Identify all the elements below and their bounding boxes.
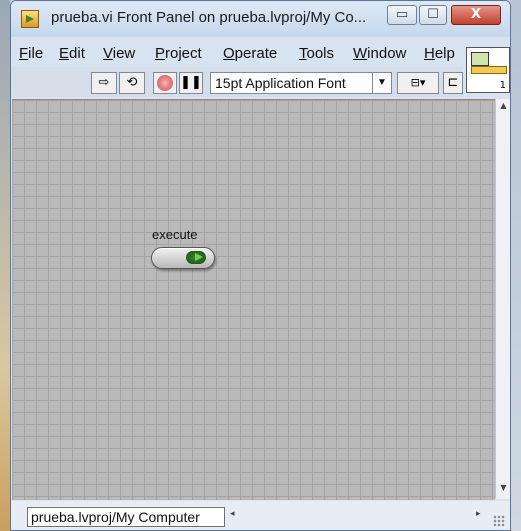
menu-view[interactable]: View [103,45,135,62]
maximize-button[interactable]: ☐ [419,5,447,25]
minimize-button[interactable]: ▭ [387,5,417,25]
vertical-scrollbar[interactable]: ▲ ▼ [495,99,510,499]
abort-stop-icon [157,75,173,91]
menu-bar: File Edit View Project Operate Tools Win… [19,43,455,65]
execute-control-label: execute [152,227,198,242]
front-panel-window: prueba.vi Front Panel on prueba.lvproj/M… [10,0,511,531]
menu-project[interactable]: Project [155,45,202,62]
run-continuously-icon[interactable]: ⟲ [119,72,145,94]
vi-icon-screen [471,52,489,66]
abort-execution-button[interactable] [153,72,177,94]
scroll-left-icon[interactable]: ◂ [230,509,235,519]
text-settings-dropdown[interactable]: 15pt Application Font ▼ [210,72,392,94]
vi-connector-icon[interactable]: 1 [466,47,510,93]
desktop-left-edge [0,0,10,531]
resize-grip-icon[interactable] [493,515,505,527]
window-title: prueba.vi Front Panel on prueba.lvproj/M… [51,9,367,26]
menu-edit[interactable]: Edit [59,45,85,62]
play-led-icon [186,251,206,264]
distribute-objects-icon[interactable]: ⊏ [443,72,463,94]
close-button[interactable]: X [451,5,501,25]
menu-window[interactable]: Window [353,45,406,62]
toolbar: ⇨ ⟲ ❚❚ 15pt Application Font ▼ ⊟▾ ⊏ [11,67,463,97]
status-bar: prueba.lvproj/My Computer ◂ ▸ [11,501,510,530]
menu-operate[interactable]: Operate [223,45,277,62]
scroll-up-icon[interactable]: ▲ [496,101,510,115]
title-bar[interactable]: prueba.vi Front Panel on prueba.lvproj/M… [11,1,510,37]
execute-boolean-button[interactable] [151,247,215,269]
menu-help[interactable]: Help [424,45,464,62]
align-objects-icon[interactable]: ⊟▾ [397,72,439,94]
vi-icon-arrow-bar [471,66,507,74]
font-value: 15pt Application Font [215,75,346,91]
chevron-down-icon[interactable]: ▼ [372,73,391,93]
pause-icon[interactable]: ❚❚ [179,72,203,94]
front-panel-grid[interactable] [12,99,495,500]
application-instance-box[interactable]: prueba.lvproj/My Computer [27,507,225,527]
vi-icon-number: 1 [499,80,506,91]
scroll-down-icon[interactable]: ▼ [496,483,510,497]
menu-tools[interactable]: Tools [299,45,334,62]
menu-file[interactable]: File [19,45,43,62]
scroll-right-icon[interactable]: ▸ [476,509,481,519]
run-arrow-icon[interactable]: ⇨ [91,72,117,94]
desktop-right-edge [511,0,521,531]
labview-vi-icon[interactable] [21,10,39,28]
